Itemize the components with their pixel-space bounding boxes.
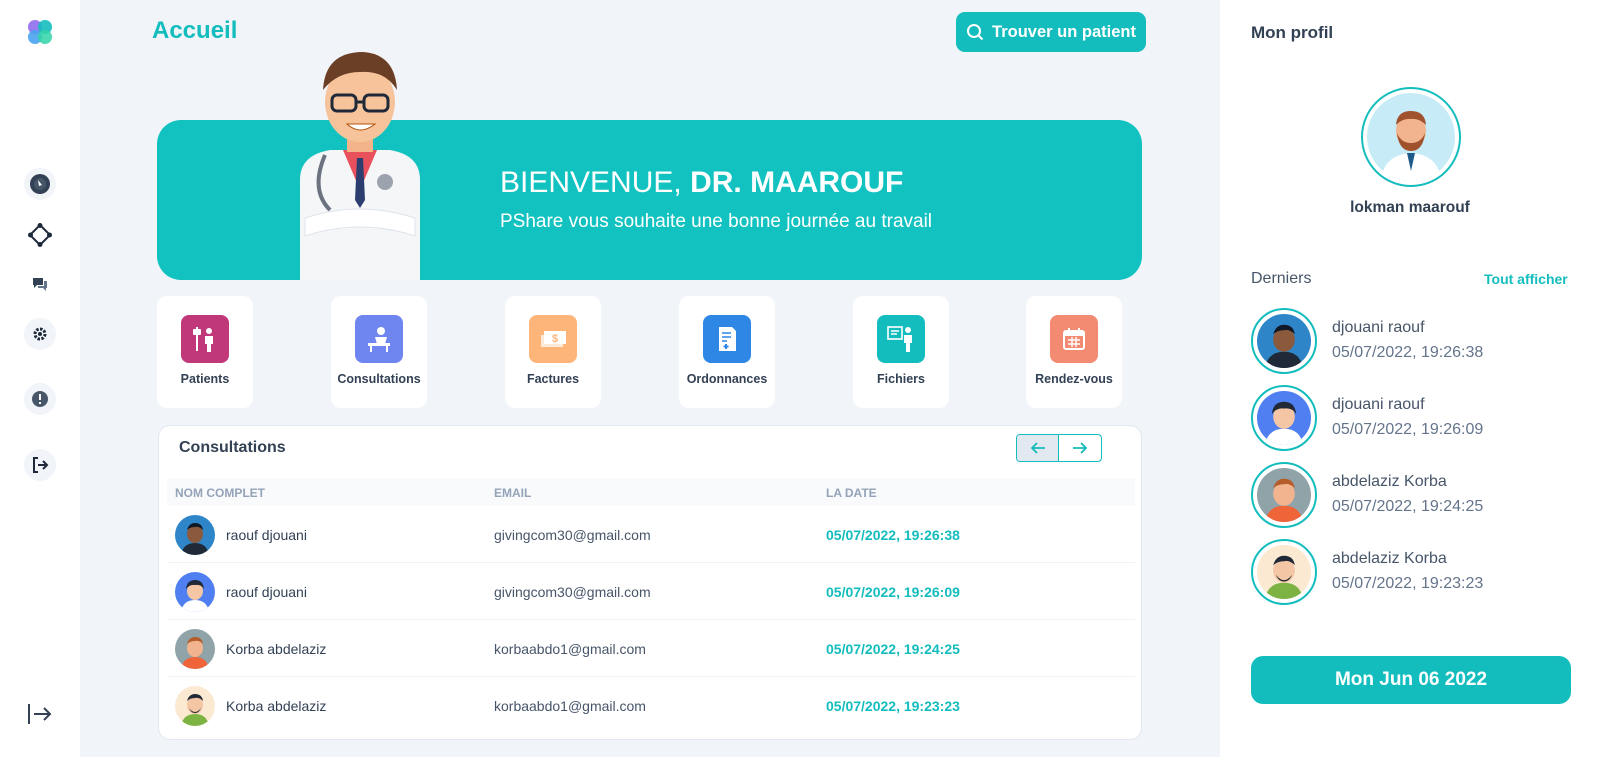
main-content: Accueil Trouver un patient BIENVENUE, DR…: [80, 0, 1214, 757]
avatar: [175, 572, 215, 612]
consultation-date: 05/07/2022, 19:26:09: [826, 584, 960, 600]
page-title: Accueil: [152, 17, 238, 44]
arrow-right-icon: [1073, 442, 1088, 454]
consultation-date: 05/07/2022, 19:26:38: [826, 527, 960, 543]
search-icon: [967, 24, 984, 41]
chat-icon[interactable]: [24, 268, 56, 300]
arrow-left-icon: [1030, 442, 1045, 454]
shortcut-label: Ordonnances: [686, 372, 768, 386]
avatar: [1251, 462, 1317, 528]
welcome-prefix: BIENVENUE,: [500, 166, 682, 199]
shortcut-rendez-vous[interactable]: Rendez-vous: [1026, 296, 1122, 408]
table-row[interactable]: Korba abdelaziz korbaabdo1@gmail.com 05/…: [167, 677, 1135, 734]
recent-item[interactable]: abdelaziz Korba 05/07/2022, 19:24:25: [1251, 462, 1581, 528]
dashboard-icon[interactable]: [24, 168, 56, 200]
profile-avatar[interactable]: [1361, 87, 1461, 187]
profile-panel: Mon profil lokman maarouf Derniers Tout …: [1220, 0, 1600, 757]
patient-name: raouf djouani: [226, 527, 307, 543]
recent-heading: Derniers: [1251, 270, 1312, 287]
patient-iv-icon: [181, 315, 229, 363]
patient-name: raouf djouani: [226, 584, 307, 600]
avatar: [175, 629, 215, 669]
avatar: [175, 686, 215, 726]
column-header-date: LA DATE: [826, 486, 877, 500]
recent-date: 05/07/2022, 19:26:38: [1332, 344, 1484, 361]
sidebar: [0, 0, 80, 757]
calendar-icon: [1050, 315, 1098, 363]
shortcut-label: Fichiers: [877, 372, 925, 386]
welcome-title: BIENVENUE, DR. MAAROUF: [500, 166, 903, 200]
avatar: [1251, 385, 1317, 451]
patient-email: korbaabdo1@gmail.com: [494, 698, 646, 714]
welcome-subtitle: PShare vous souhaite une bonne journée a…: [500, 211, 933, 232]
patient-name: Korba abdelaziz: [226, 698, 327, 714]
recent-name: djouani raouf: [1332, 319, 1425, 336]
logout-icon[interactable]: [24, 449, 56, 481]
recent-date: 05/07/2022, 19:24:25: [1332, 498, 1484, 515]
shortcut-label: Patients: [180, 372, 230, 386]
recent-name: djouani raouf: [1332, 396, 1425, 413]
patient-email: givingcom30@gmail.com: [494, 584, 651, 600]
consultation-icon: [355, 315, 403, 363]
profile-heading: Mon profil: [1251, 23, 1334, 42]
find-patient-label: Trouver un patient: [992, 22, 1136, 41]
recent-item[interactable]: djouani raouf 05/07/2022, 19:26:09: [1251, 385, 1581, 451]
table-row[interactable]: raouf djouani givingcom30@gmail.com 05/0…: [167, 563, 1135, 620]
table-header: NOM COMPLET EMAIL LA DATE: [167, 478, 1135, 506]
alert-icon[interactable]: [24, 383, 56, 415]
profile-name: lokman maarouf: [1350, 199, 1470, 216]
recent-date: 05/07/2022, 19:26:09: [1332, 421, 1484, 438]
settings-icon[interactable]: [24, 318, 56, 350]
svg-text:$: $: [552, 333, 558, 345]
avatar: [175, 515, 215, 555]
patient-email: givingcom30@gmail.com: [494, 527, 651, 543]
previous-page-button[interactable]: [1017, 435, 1060, 461]
invoice-icon: $: [529, 315, 577, 363]
recent-name: abdelaziz Korba: [1332, 473, 1447, 490]
column-header-email: EMAIL: [494, 486, 532, 500]
recent-item[interactable]: djouani raouf 05/07/2022, 19:26:38: [1251, 308, 1581, 374]
shortcut-patients[interactable]: Patients: [157, 296, 253, 408]
shortcut-cards: Patients Consultations $ Factures Ordonn…: [157, 296, 1142, 408]
column-header-name: NOM COMPLET: [175, 486, 265, 500]
shortcut-consultations[interactable]: Consultations: [331, 296, 427, 408]
avatar: [1251, 539, 1317, 605]
files-icon: [877, 315, 925, 363]
current-date-button[interactable]: Mon Jun 06 2022: [1251, 656, 1571, 704]
see-all-link[interactable]: Tout afficher: [1484, 271, 1568, 287]
doctor-illustration: [285, 40, 435, 280]
next-page-button[interactable]: [1059, 435, 1101, 461]
consultation-date: 05/07/2022, 19:23:23: [826, 698, 960, 714]
network-icon[interactable]: [24, 219, 56, 251]
shortcut-fichiers[interactable]: Fichiers: [853, 296, 949, 408]
recent-item[interactable]: abdelaziz Korba 05/07/2022, 19:23:23: [1251, 539, 1581, 605]
find-patient-button[interactable]: Trouver un patient: [956, 12, 1146, 52]
shortcut-factures[interactable]: $ Factures: [505, 296, 601, 408]
recent-name: abdelaziz Korba: [1332, 550, 1447, 567]
shortcut-label: Consultations: [337, 372, 421, 386]
pagination: [1016, 434, 1102, 462]
prescription-icon: [703, 315, 751, 363]
table-row[interactable]: raouf djouani givingcom30@gmail.com 05/0…: [167, 506, 1135, 563]
consultations-table: Consultations NOM COMPLET EMAIL LA DATE …: [158, 425, 1142, 740]
patient-email: korbaabdo1@gmail.com: [494, 641, 646, 657]
doctor-name: DR. MAAROUF: [690, 166, 904, 199]
shortcut-label: Rendez-vous: [1035, 372, 1113, 386]
avatar: [1251, 308, 1317, 374]
recent-date: 05/07/2022, 19:23:23: [1332, 575, 1484, 592]
table-row[interactable]: Korba abdelaziz korbaabdo1@gmail.com 05/…: [167, 620, 1135, 677]
shortcut-ordonnances[interactable]: Ordonnances: [679, 296, 775, 408]
consultations-title: Consultations: [179, 439, 286, 456]
expand-sidebar-icon[interactable]: [26, 702, 54, 726]
patient-name: Korba abdelaziz: [226, 641, 327, 657]
shortcut-label: Factures: [526, 372, 580, 386]
app-logo[interactable]: [24, 16, 56, 48]
consultation-date: 05/07/2022, 19:24:25: [826, 641, 960, 657]
